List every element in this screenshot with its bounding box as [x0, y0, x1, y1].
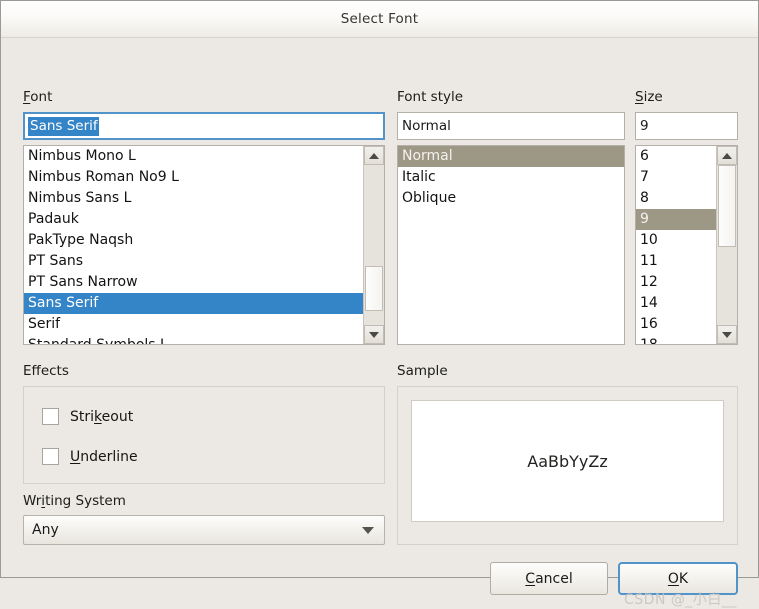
writing-system-label: Writing System [23, 493, 126, 509]
sample-text: AaBbYyZz [527, 451, 608, 471]
list-item[interactable]: 14 [636, 293, 717, 314]
scroll-up-button[interactable] [717, 146, 737, 165]
list-item[interactable]: Serif [24, 314, 364, 335]
list-item[interactable]: Standard Symbols L [24, 335, 364, 344]
size-input-value: 9 [640, 118, 649, 134]
writing-system-combobox[interactable]: Any [23, 515, 385, 545]
list-item[interactable]: Padauk [24, 209, 364, 230]
underline-checkbox-row[interactable]: Underline [42, 448, 138, 465]
triangle-up-icon [369, 152, 379, 159]
title-bar: Select Font [1, 1, 758, 38]
scroll-track[interactable] [717, 165, 737, 325]
scroll-down-button[interactable] [717, 325, 737, 344]
list-item[interactable]: 16 [636, 314, 717, 335]
list-item[interactable]: 7 [636, 167, 717, 188]
font-style-list[interactable]: Normal Italic Oblique [397, 145, 625, 345]
select-font-dialog: Select Font Font Sans Serif Nimbus Mono … [0, 0, 759, 608]
font-list-rows: Nimbus Mono L Nimbus Roman No9 L Nimbus Sa… [24, 146, 364, 344]
triangle-down-icon [369, 331, 379, 338]
size-label: Size [635, 89, 663, 105]
list-item[interactable]: Italic [398, 167, 624, 188]
ok-button-label: OK [667, 570, 689, 587]
scroll-up-button[interactable] [364, 146, 384, 165]
font-input-value: Sans Serif [28, 116, 99, 136]
effects-label: Effects [23, 363, 69, 379]
list-item[interactable]: 9 [636, 209, 717, 230]
size-list-scrollbar[interactable] [716, 146, 737, 344]
window-title: Select Font [340, 11, 419, 27]
underline-checkbox[interactable] [42, 448, 59, 465]
list-item[interactable]: 8 [636, 188, 717, 209]
effects-frame [23, 386, 385, 484]
strikeout-label: Strikeout [70, 408, 134, 425]
dialog-body: Font Sans Serif Nimbus Mono L Nimbus Roma… [1, 38, 758, 608]
chevron-down-icon [362, 526, 374, 534]
size-input[interactable]: 9 [635, 112, 738, 140]
sample-label: Sample [397, 363, 448, 379]
list-item[interactable]: 6 [636, 146, 717, 167]
list-item[interactable]: Nimbus Mono L [24, 146, 364, 167]
font-style-input[interactable]: Normal [397, 112, 625, 140]
list-item[interactable]: 11 [636, 251, 717, 272]
list-item[interactable]: Nimbus Sans L [24, 188, 364, 209]
list-item[interactable]: Normal [398, 146, 624, 167]
list-item[interactable]: 18 [636, 335, 717, 344]
size-list[interactable]: 6789101112141618 [635, 145, 738, 345]
triangle-down-icon [722, 331, 732, 338]
scroll-thumb[interactable] [718, 165, 736, 247]
writing-system-value: Any [32, 522, 59, 538]
underline-label: Underline [70, 448, 138, 465]
sample-preview: AaBbYyZz [411, 400, 724, 522]
list-item[interactable]: 10 [636, 230, 717, 251]
scroll-down-button[interactable] [364, 325, 384, 344]
list-item[interactable]: 12 [636, 272, 717, 293]
list-item[interactable]: PakType Naqsh [24, 230, 364, 251]
font-style-label: Font style [397, 89, 464, 105]
strikeout-checkbox-row[interactable]: Strikeout [42, 408, 133, 425]
watermark: CSDN @_小白__ [624, 592, 737, 608]
list-item[interactable]: Oblique [398, 188, 624, 209]
font-style-input-value: Normal [402, 118, 451, 134]
font-style-list-rows: Normal Italic Oblique [398, 146, 624, 344]
scroll-thumb[interactable] [365, 266, 383, 311]
scroll-track[interactable] [364, 165, 384, 325]
list-item[interactable]: PT Sans [24, 251, 364, 272]
list-item[interactable]: Nimbus Roman No9 L [24, 167, 364, 188]
font-label: Font [23, 89, 53, 105]
font-input[interactable]: Sans Serif [23, 112, 385, 140]
font-list-scrollbar[interactable] [363, 146, 384, 344]
cancel-button-label: Cancel [525, 570, 573, 587]
size-list-rows: 6789101112141618 [636, 146, 717, 344]
cancel-button[interactable]: Cancel [490, 562, 608, 595]
list-item[interactable]: PT Sans Narrow [24, 272, 364, 293]
triangle-up-icon [722, 152, 732, 159]
strikeout-checkbox[interactable] [42, 408, 59, 425]
font-list[interactable]: Nimbus Mono L Nimbus Roman No9 L Nimbus Sa… [23, 145, 385, 345]
list-item[interactable]: Sans Serif [24, 293, 364, 314]
